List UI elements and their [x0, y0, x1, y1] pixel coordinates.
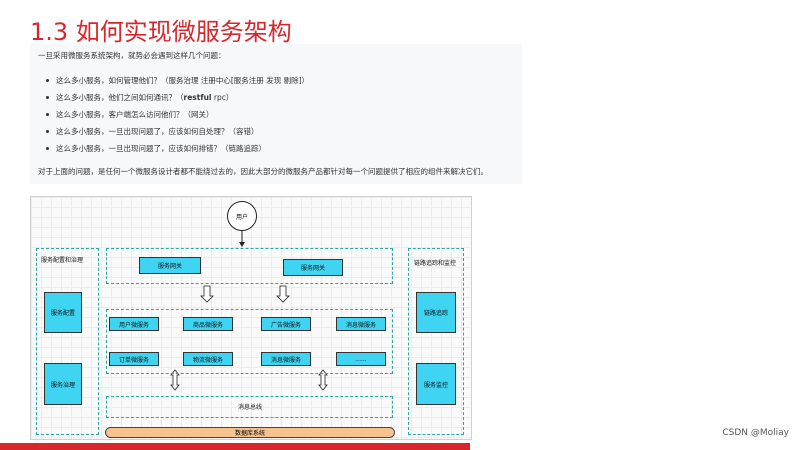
- service-config-node: 服务配置: [44, 292, 82, 333]
- summary-text: 对于上面的问题，是任何一个微服务设计者都不能绕过去的，因此大部分的微服务产品都针…: [38, 167, 488, 176]
- intro-text: 一旦采用微服务系统架构，就势必会遇到这样几个问题：: [38, 51, 226, 60]
- left-panel-title: 服务配置和治理: [41, 257, 84, 264]
- monitoring-node: 服务监控: [416, 363, 456, 405]
- list-item: 这么多小服务，一旦出现问题了，应该如何排错？（链路追踪）: [44, 140, 309, 157]
- bottom-bar: [0, 443, 470, 450]
- gateway-node: 服务网关: [283, 259, 343, 276]
- question-list: 这么多小服务，如何管理他们？（服务治理 注册中心[服务注册 发现 剔除]） 这么…: [44, 72, 309, 157]
- service-node: 广告微服务: [261, 317, 311, 331]
- service-node: 消息微服务: [261, 352, 311, 366]
- tracing-node: 链路追踪: [416, 292, 456, 333]
- list-item: 这么多小服务，一旦出现问题了，应该如何自处理？（容错）: [44, 123, 309, 140]
- service-node: ......: [336, 352, 386, 366]
- list-item: 这么多小服务，客户端怎么访问他们？（网关）: [44, 106, 309, 123]
- left-panel: [36, 248, 99, 435]
- service-node: 用户微服务: [109, 317, 159, 331]
- list-item: 这么多小服务，他们之间如何通讯？（restful rpc）: [44, 89, 309, 106]
- service-node: 订单微服务: [109, 352, 159, 366]
- architecture-diagram: 用户 服务配置和治理 服务配置 服务治理 链路追踪和监控 链路追踪 服务监控 服…: [30, 196, 472, 440]
- service-governance-node: 服务治理: [44, 363, 82, 405]
- message-bus-label: 消息总线: [238, 404, 263, 411]
- gateway-node: 服务网关: [139, 257, 201, 274]
- database-node: 数据库系统: [105, 427, 395, 438]
- text-panel: 一旦采用微服务系统架构，就势必会遇到这样几个问题： 这么多小服务，如何管理他们？…: [30, 44, 522, 184]
- slide-title: 1.3 如何实现微服务架构: [30, 18, 292, 46]
- list-item: 这么多小服务，如何管理他们？（服务治理 注册中心[服务注册 发现 剔除]）: [44, 72, 309, 89]
- right-panel-title: 链路追踪和监控: [414, 260, 457, 267]
- right-panel: [408, 248, 464, 435]
- service-node: 商品微服务: [183, 317, 233, 331]
- user-node: 用户: [227, 201, 257, 231]
- service-node: 物流微服务: [183, 352, 233, 366]
- service-node: 消息微服务: [336, 317, 386, 331]
- watermark: CSDN @Moliay: [722, 428, 789, 438]
